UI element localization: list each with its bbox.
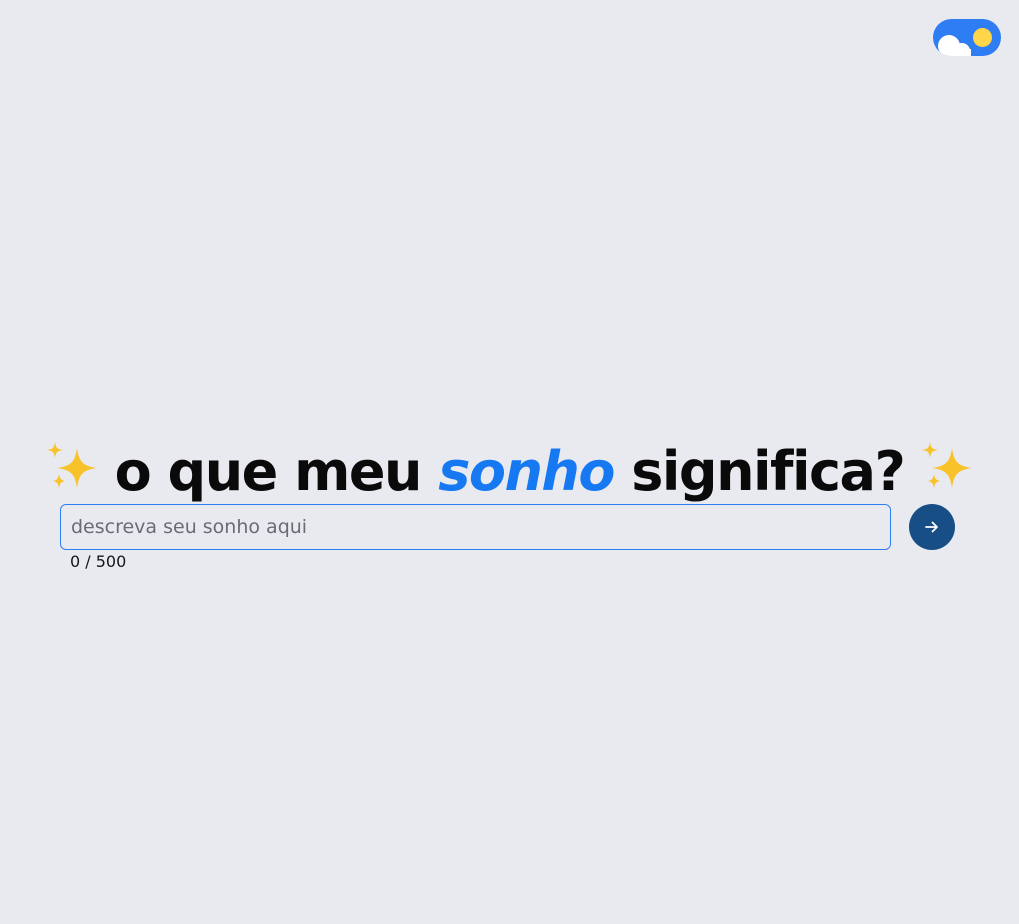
character-counter: 0 / 500 <box>70 552 127 571</box>
cloud-icon <box>938 35 971 56</box>
headline-text-before: o que meu <box>114 440 423 504</box>
arrow-right-icon <box>925 521 938 533</box>
page-title: o que meu sonho significa? <box>0 432 1019 512</box>
sparkles-icon <box>922 442 973 489</box>
submit-button[interactable] <box>909 504 955 550</box>
headline-accent-word: sonho <box>438 440 615 504</box>
dream-input[interactable] <box>60 504 891 550</box>
sun-icon[interactable] <box>973 28 992 47</box>
sparkles-icon <box>46 442 97 489</box>
headline-text-after: significa? <box>631 440 906 504</box>
